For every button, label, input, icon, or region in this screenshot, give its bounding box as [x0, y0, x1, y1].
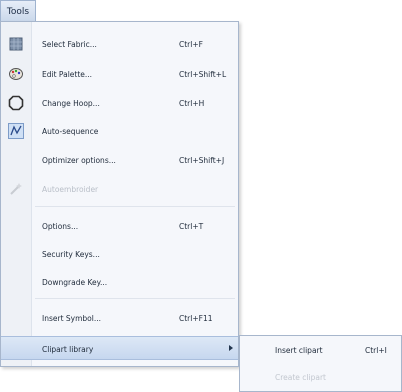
menu-item-shortcut: Ctrl+T	[179, 222, 204, 231]
menu-item-shortcut: Ctrl+H	[179, 99, 205, 108]
menu-item-label: Options...	[42, 222, 79, 231]
menu-item-label: Clipart library	[42, 345, 94, 354]
menu-item-label: Downgrade Key...	[42, 278, 108, 287]
palette-icon	[9, 68, 23, 80]
submenu-item-label: Create clipart	[275, 373, 326, 382]
menu-item-autoembroider: Autoembroider	[1, 177, 238, 201]
menu-item-label: Optimizer options...	[42, 156, 116, 165]
menu-item-insert-symbol[interactable]: Insert Symbol... Ctrl+F11	[1, 306, 238, 330]
menu-item-change-hoop[interactable]: Change Hoop... Ctrl+H	[1, 91, 238, 115]
submenu-item-label: Insert clipart	[275, 346, 323, 355]
submenu-item-insert-clipart[interactable]: Insert clipart Ctrl+I	[240, 338, 401, 362]
menu-item-label: Auto-sequence	[42, 127, 99, 136]
hoop-icon	[8, 95, 24, 111]
menu-item-clipart-library[interactable]: Clipart library	[1, 336, 238, 360]
menu-item-options[interactable]: Options... Ctrl+T	[1, 214, 238, 238]
menu-tools-label: Tools	[6, 6, 30, 17]
menu-separator	[35, 298, 235, 299]
menu-item-auto-sequence[interactable]: Auto-sequence	[1, 119, 238, 143]
menu-item-select-fabric[interactable]: Select Fabric... Ctrl+F	[1, 32, 238, 56]
menu-item-shortcut: Ctrl+Shift+J	[179, 156, 225, 165]
menu-tools[interactable]: Tools	[0, 0, 36, 22]
submenu-arrow-icon	[229, 345, 233, 351]
tools-dropdown-menu: Select Fabric... Ctrl+F Edit Palette... …	[0, 21, 239, 367]
menu-item-label: Edit Palette...	[42, 70, 93, 79]
menu-item-security-keys[interactable]: Security Keys...	[1, 242, 238, 266]
submenu-item-shortcut: Ctrl+I	[365, 346, 387, 355]
wand-icon	[10, 183, 22, 195]
application-screen: Tools Select Fabric... Ctrl+F Edit Palet…	[0, 0, 402, 392]
menu-item-optimizer-options[interactable]: Optimizer options... Ctrl+Shift+J	[1, 148, 238, 172]
menu-item-downgrade-key[interactable]: Downgrade Key...	[1, 270, 238, 294]
menu-item-label: Autoembroider	[42, 185, 99, 194]
menu-separator	[35, 206, 235, 207]
menu-item-shortcut: Ctrl+Shift+L	[179, 70, 227, 79]
menu-item-label: Select Fabric...	[42, 40, 97, 49]
fabric-icon	[9, 37, 23, 51]
menu-item-label: Security Keys...	[42, 250, 100, 259]
menu-item-label: Change Hoop...	[42, 99, 100, 108]
menu-item-shortcut: Ctrl+F11	[179, 314, 213, 323]
menu-item-label: Insert Symbol...	[42, 314, 101, 323]
auto-sequence-icon	[8, 123, 24, 139]
menu-item-edit-palette[interactable]: Edit Palette... Ctrl+Shift+L	[1, 62, 238, 86]
menu-item-shortcut: Ctrl+F	[179, 40, 203, 49]
clipart-library-submenu: Insert clipart Ctrl+I Create clipart	[239, 335, 402, 392]
submenu-item-create-clipart: Create clipart	[240, 365, 401, 389]
